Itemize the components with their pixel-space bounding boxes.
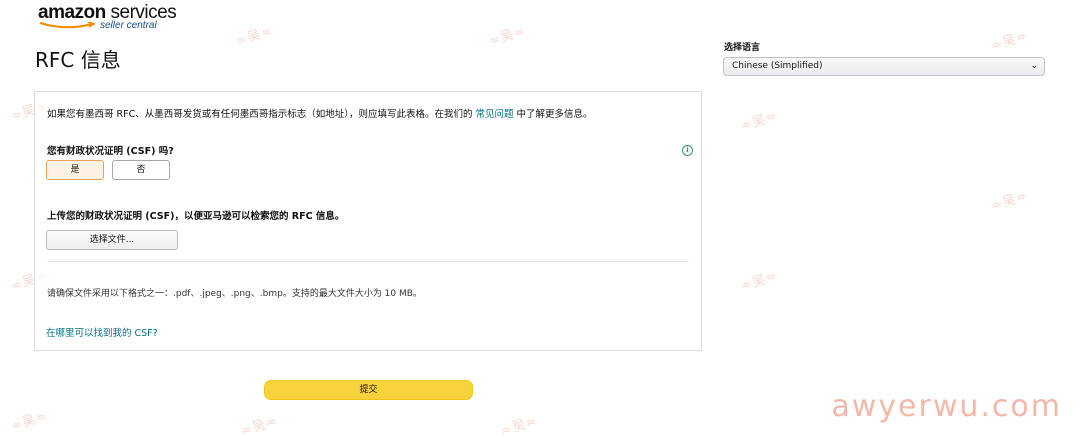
- divider: [47, 261, 689, 262]
- watermark-stamp: ≈吴≈: [9, 408, 50, 435]
- watermark-stamp: ≈吴≈: [739, 108, 780, 135]
- file-format-note: 请确保文件采用以下格式之一：.pdf、.jpeg、.png、.bmp。支持的最大…: [47, 289, 422, 299]
- info-circle-icon[interactable]: i: [682, 145, 693, 156]
- csf-question-label: 您有财政状况证明 (CSF) 吗?: [47, 146, 174, 157]
- upload-csf-label: 上传您的财政状况证明 (CSF)，以便亚马逊可以检索您的 RFC 信息。: [47, 211, 345, 222]
- chevron-down-icon: ⌄: [1030, 61, 1038, 71]
- yes-button[interactable]: 是: [46, 160, 104, 180]
- watermark-stamp: ≈吴≈: [989, 28, 1030, 55]
- intro-text: 如果您有墨西哥 RFC、从墨西哥发货或有任何墨西哥指示标志（如地址），则应填写此…: [47, 109, 593, 120]
- watermark-stamp: ≈吴≈: [487, 23, 528, 50]
- watermark-stamp: ≈吴≈: [239, 413, 280, 439]
- page-title: RFC 信息: [35, 48, 121, 72]
- logo-subtitle: seller central: [100, 20, 157, 31]
- watermark-text: awyerwu.com: [831, 389, 1062, 424]
- amazon-services-logo: amazon services seller central: [38, 2, 177, 31]
- watermark-stamp: ≈吴≈: [499, 413, 540, 439]
- language-label: 选择语言: [724, 43, 761, 53]
- rfc-form-card: 如果您有墨西哥 RFC、从墨西哥发货或有任何墨西哥指示标志（如地址），则应填写此…: [34, 91, 702, 351]
- choose-file-button[interactable]: 选择文件...: [46, 230, 178, 250]
- where-find-csf-link[interactable]: 在哪里可以找到我的 CSF?: [46, 325, 158, 339]
- watermark-stamp: ≈吴≈: [989, 188, 1030, 215]
- amazon-smile-icon: [39, 22, 96, 29]
- faq-link[interactable]: 常见问题: [476, 109, 514, 120]
- submit-button[interactable]: 提交: [264, 380, 473, 400]
- language-selected-value: Chinese (Simplified): [732, 61, 823, 71]
- watermark-stamp: ≈吴≈: [234, 23, 275, 50]
- language-select[interactable]: Chinese (Simplified) ⌄: [723, 57, 1045, 76]
- no-button[interactable]: 否: [112, 160, 170, 180]
- watermark-stamp: ≈吴≈: [739, 268, 780, 295]
